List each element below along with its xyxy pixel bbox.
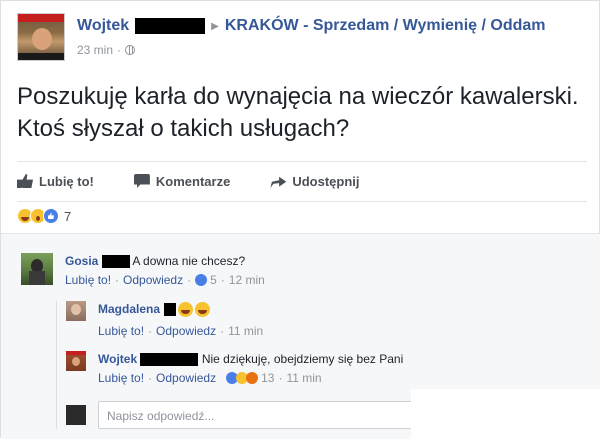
comment-icon — [133, 174, 150, 188]
comment-body: Gosia A downa nie chcesz? Lubię to! · Od… — [65, 253, 265, 288]
avatar-banner — [18, 14, 64, 22]
comment-label: Komentarze — [155, 173, 231, 189]
comment-meta: Lubię to! · Odpowiedz 13 · 11 min — [98, 370, 403, 386]
post-time[interactable]: 23 min — [77, 43, 113, 57]
comment-reactions[interactable]: 13 — [226, 370, 274, 386]
laughing-emoji-icon — [178, 301, 194, 317]
comment: Gosia A downa nie chcesz? Lubię to! · Od… — [21, 253, 265, 288]
commenter-name[interactable]: Magdalena — [98, 301, 160, 317]
reactions-count: 7 — [64, 208, 72, 224]
commenter-avatar[interactable] — [66, 301, 86, 321]
post-actions: Lubię to! Komentarze Udostępnij — [17, 169, 587, 193]
comment-like-link[interactable]: Lubię to! — [98, 370, 144, 386]
comment-reaction-count: 5 — [210, 273, 217, 287]
commenter-name[interactable]: Gosia — [65, 254, 98, 268]
meta-dot: · — [148, 324, 153, 338]
post-card: Wojtek ▶ KRAKÓW - Sprzedam / Wymienię / … — [0, 0, 600, 439]
redacted-surname — [101, 255, 130, 269]
comment-body: Magdalena Lubię to! · Odpowiedz · 11 min — [98, 301, 263, 339]
like-icon — [195, 274, 208, 286]
author-avatar[interactable] — [17, 13, 65, 61]
avatar-face — [72, 357, 80, 366]
reply-comment: Magdalena Lubię to! · Odpowiedz · 11 min — [66, 301, 263, 339]
redacted-surname — [164, 302, 177, 316]
like-label: Lubię to! — [39, 173, 94, 189]
share-button[interactable]: Udostępnij — [270, 169, 359, 193]
commenter-name[interactable]: Wojtek — [98, 352, 137, 366]
group-link[interactable]: KRAKÓW - Sprzedam / Wymienię / Oddam — [225, 17, 546, 35]
thumbs-up-icon — [17, 174, 33, 188]
reactions-summary[interactable]: 7 — [17, 208, 71, 224]
reply-thread-line — [56, 301, 57, 429]
like-button[interactable]: Lubię to! — [17, 169, 94, 193]
redacted-surname — [135, 18, 206, 34]
meta-dot: · — [115, 273, 120, 287]
avatar-footer-banner — [18, 53, 64, 60]
comment-body: Wojtek Nie dziękuję, obejdziemy się bez … — [98, 351, 403, 386]
current-user-avatar — [66, 405, 86, 425]
avatar-face — [32, 28, 52, 50]
post-author[interactable]: Wojtek — [77, 17, 129, 35]
comment-meta: Lubię to! · Odpowiedz · 11 min — [98, 323, 263, 339]
post-header: Wojtek ▶ KRAKÓW - Sprzedam / Wymienię / … — [17, 13, 587, 63]
post-meta: 23 min · — [77, 43, 136, 57]
meta-dot: · — [187, 273, 192, 287]
comment-like-link[interactable]: Lubię to! — [65, 272, 111, 288]
comment-text: Nie dziękuję, obejdziemy się bez Pani — [201, 352, 404, 366]
meta-dot: · — [148, 371, 153, 385]
comment-reply-link[interactable]: Odpowiedz — [156, 323, 216, 339]
comment-text: A downa nie chcesz? — [132, 254, 246, 268]
share-icon — [270, 176, 287, 188]
post-text: Poszukuję karła do wynajęcia na wieczór … — [17, 83, 579, 142]
arrow-right-icon: ▶ — [211, 20, 219, 32]
meta-dot: · — [117, 43, 122, 57]
redacted-surname — [140, 353, 199, 367]
angry-icon — [246, 372, 259, 384]
globe-icon — [125, 45, 136, 55]
commenter-avatar[interactable] — [66, 351, 86, 371]
like-icon — [43, 208, 59, 224]
commenter-avatar[interactable] — [21, 253, 53, 285]
divider — [17, 201, 587, 202]
avatar-banner — [66, 351, 86, 355]
comment-reply-link[interactable]: Odpowiedz — [156, 370, 216, 386]
comment-meta: Lubię to! · Odpowiedz · 5 · 12 min — [65, 272, 265, 288]
comment-reaction-count: 13 — [261, 371, 275, 385]
comment-time[interactable]: 11 min — [286, 370, 321, 386]
comment-button[interactable]: Komentarze — [133, 169, 231, 193]
comment-reply-link[interactable]: Odpowiedz — [123, 272, 183, 288]
share-label: Udostępnij — [292, 173, 360, 189]
laughing-emoji-icon — [195, 301, 211, 317]
avatar-body — [29, 271, 45, 285]
meta-dot: · — [220, 324, 225, 338]
comment-like-link[interactable]: Lubię to! — [98, 323, 144, 339]
comment-reactions[interactable]: 5 — [195, 272, 217, 288]
post-header-line: Wojtek ▶ KRAKÓW - Sprzedam / Wymienię / … — [77, 17, 546, 35]
comment-time[interactable]: 12 min — [229, 272, 265, 288]
reply-comment: Wojtek Nie dziękuję, obejdziemy się bez … — [66, 351, 403, 386]
meta-dot: · — [220, 273, 225, 287]
image-crop-patch — [411, 389, 600, 439]
meta-dot: · — [278, 371, 283, 385]
avatar-face — [71, 304, 81, 315]
comment-time[interactable]: 11 min — [228, 323, 263, 339]
divider — [17, 161, 587, 162]
